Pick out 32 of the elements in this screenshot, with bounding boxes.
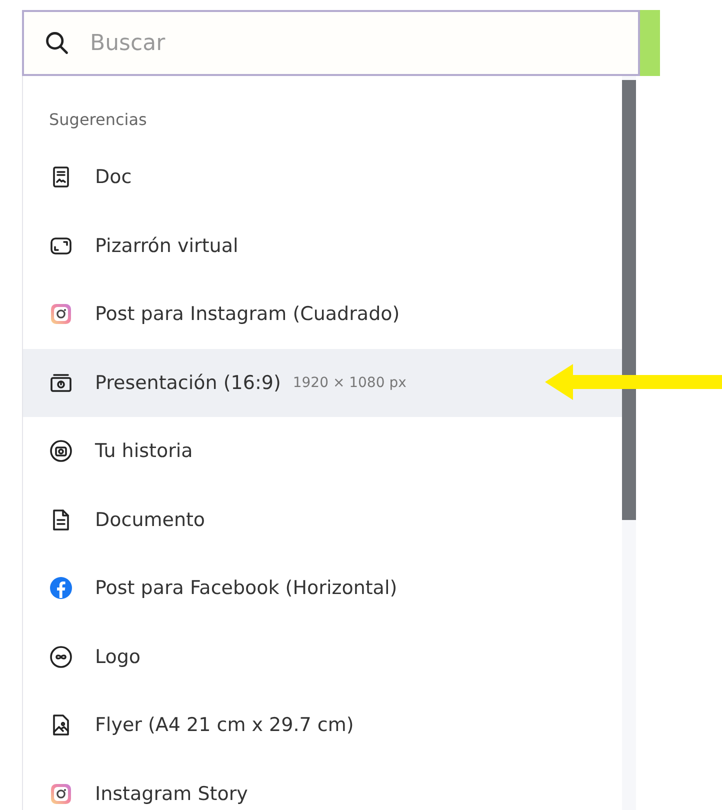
suggestion-item[interactable]: Post para Facebook (Horizontal) <box>23 554 622 622</box>
scrollbar[interactable] <box>622 76 636 810</box>
suggestion-item[interactable]: Pizarrón virtual <box>23 212 622 280</box>
item-label: Tu historia <box>95 440 193 462</box>
suggestion-item[interactable]: Instagram Story <box>23 760 622 810</box>
search-field[interactable]: Buscar <box>22 10 640 76</box>
item-label: Presentación (16:9) <box>95 372 281 394</box>
item-label: Post para Facebook (Horizontal) <box>95 577 398 600</box>
item-label: Documento <box>95 508 206 531</box>
search-input[interactable]: Buscar <box>88 30 618 56</box>
suggestion-item[interactable]: Tu historia <box>23 417 622 486</box>
item-label: Logo <box>95 646 141 668</box>
item-label: Pizarrón virtual <box>95 234 238 257</box>
facebook-icon <box>49 576 73 600</box>
accent-bar <box>640 10 660 76</box>
item-label: Flyer (A4 21 cm x 29.7 cm) <box>95 714 354 736</box>
item-label: Doc <box>95 166 132 188</box>
suggestion-item[interactable]: Post para Instagram (Cuadrado) <box>23 280 622 348</box>
instagram-icon <box>49 782 73 806</box>
camera-icon <box>49 439 73 464</box>
suggestion-item[interactable]: Documento <box>23 486 622 554</box>
item-label: Post para Instagram (Cuadrado) <box>95 303 400 326</box>
item-label: Instagram Story <box>95 782 248 805</box>
section-heading: Sugerencias <box>48 109 148 131</box>
suggestion-item[interactable]: Doc <box>23 143 622 212</box>
suggestion-item[interactable]: Logo <box>23 622 622 691</box>
search-icon <box>44 30 70 56</box>
infinity-icon <box>49 644 73 669</box>
suggestion-item[interactable]: Presentación (16:9) 1920 × 1080 px <box>23 348 622 417</box>
item-size: 1920 × 1080 px <box>292 374 406 391</box>
suggestion-item[interactable]: Flyer (A4 21 cm x 29.7 cm) <box>23 691 622 760</box>
instagram-icon <box>49 302 73 326</box>
